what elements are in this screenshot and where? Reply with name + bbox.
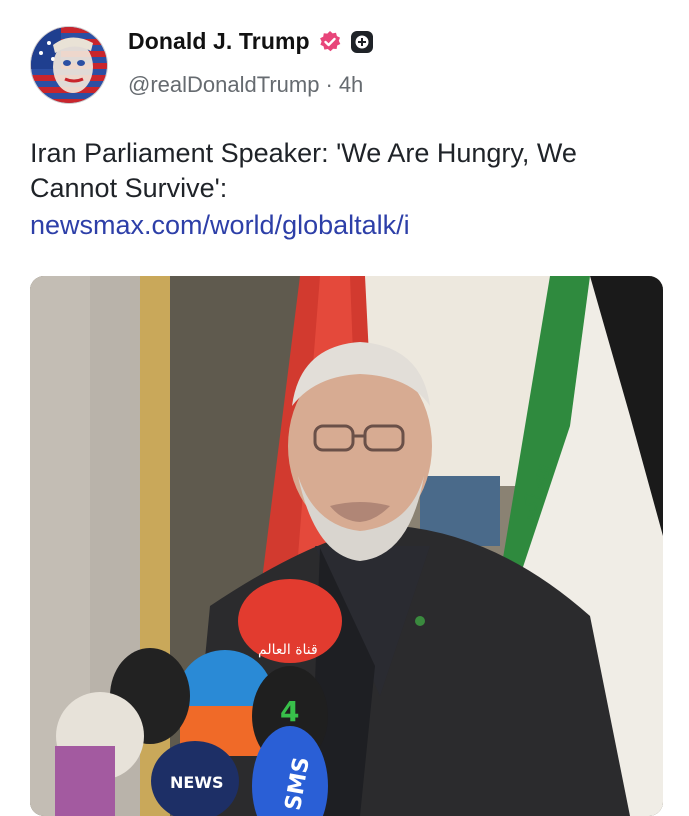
separator-dot: · xyxy=(325,72,333,97)
post-header: Donald J. Trump @realDonaldTrump · 4h xyxy=(30,26,670,106)
avatar-image xyxy=(31,27,107,103)
post-text: Iran Parliament Speaker: 'We Are Hungry,… xyxy=(30,138,577,203)
verified-badge-icon xyxy=(318,30,342,54)
handle-row: @realDonaldTrump · 4h xyxy=(128,72,363,98)
microphone-logo-alalam: قناة العالم xyxy=(258,642,318,658)
author-row: Donald J. Trump xyxy=(128,28,374,55)
svg-text:4: 4 xyxy=(280,695,299,728)
author-handle[interactable]: @realDonaldTrump xyxy=(128,72,319,98)
post-link[interactable]: newsmax.com/world/globaltalk/i xyxy=(30,208,660,243)
author-name[interactable]: Donald J. Trump xyxy=(128,28,310,55)
plus-badge-icon[interactable] xyxy=(350,30,374,54)
avatar[interactable] xyxy=(30,26,108,104)
microphone-logo-news: NEWS xyxy=(170,773,224,792)
post-timestamp[interactable]: 4h xyxy=(339,72,363,98)
media-photo: ﷲ اکبر قناة العالم 4 NEWS SMS xyxy=(30,276,663,816)
post-media-image[interactable]: ﷲ اکبر قناة العالم 4 NEWS SMS xyxy=(30,276,663,816)
